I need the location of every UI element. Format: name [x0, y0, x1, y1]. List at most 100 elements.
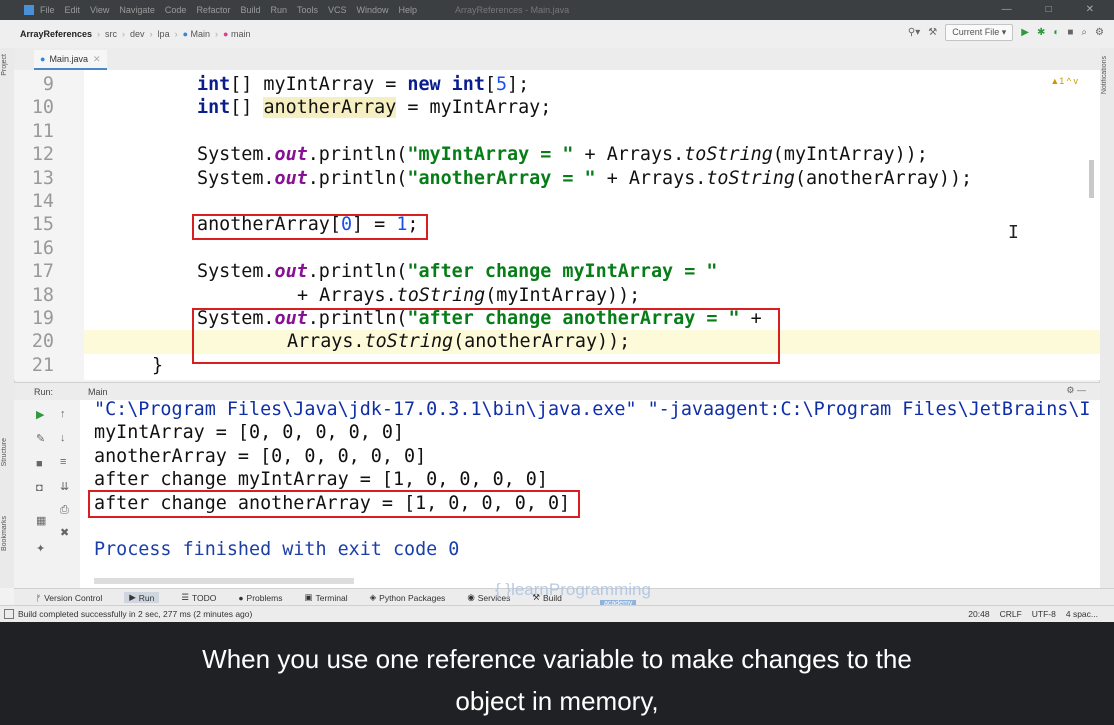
breadcrumb-dev[interactable]: dev: [130, 29, 145, 39]
stop-icon[interactable]: ■: [1067, 27, 1073, 38]
run-small-icon: ▶: [129, 592, 136, 602]
stop-run-icon[interactable]: ■: [36, 458, 43, 470]
minimize-icon[interactable]: —: [1002, 4, 1012, 15]
status-checkbox-icon[interactable]: [4, 609, 14, 619]
ide-window: File Edit View Navigate Code Refactor Bu…: [0, 0, 1114, 622]
tab-problems[interactable]: ● Problems: [238, 593, 282, 603]
breadcrumb-project[interactable]: ArrayReferences: [20, 29, 92, 39]
layout-icon[interactable]: ▦: [36, 514, 46, 527]
breadcrumb: ArrayReferences › src › dev › lpa › ● Ma…: [20, 29, 251, 39]
menu-edit[interactable]: Edit: [65, 5, 81, 15]
file-encoding[interactable]: UTF-8: [1032, 609, 1056, 619]
notifications-tool-label[interactable]: Notifications: [1101, 56, 1108, 94]
editor-tabs: ● Main.java ✕: [14, 48, 1100, 71]
line-number: 9: [42, 74, 54, 95]
menu-tools[interactable]: Tools: [297, 5, 318, 15]
menu-help[interactable]: Help: [399, 5, 418, 15]
warning-indicator[interactable]: ▲1 ^ v: [1050, 76, 1078, 86]
scroll-to-end-icon[interactable]: ⇊: [60, 480, 69, 493]
menu-vcs[interactable]: VCS: [328, 5, 347, 15]
tab-python-packages[interactable]: ◈ Python Packages: [370, 592, 446, 603]
run-panel-header: Run: Main ⚙ —: [14, 382, 1100, 401]
tab-run[interactable]: ▶ Run: [124, 592, 160, 603]
breadcrumb-main-method[interactable]: main: [231, 29, 251, 39]
menu-window[interactable]: Window: [357, 5, 389, 15]
pin-icon[interactable]: ✦: [36, 542, 45, 555]
highlight-box-print-another: [192, 308, 780, 364]
structure-tool-label[interactable]: Structure: [1, 438, 8, 466]
rerun-icon[interactable]: ▶: [36, 408, 44, 421]
caption-line-1: When you use one reference variable to m…: [202, 644, 912, 674]
services-icon: ◉: [467, 592, 475, 602]
search-icon[interactable]: ⌕: [1081, 27, 1087, 38]
scroll-up-icon[interactable]: ↑: [60, 408, 66, 420]
console-horizontal-scrollbar[interactable]: [94, 578, 354, 584]
console-output[interactable]: "C:\Program Files\Java\jdk-17.0.3.1\bin\…: [80, 400, 1100, 588]
line-ending[interactable]: CRLF: [1000, 609, 1022, 619]
line-number: 14: [31, 191, 54, 212]
run-tab-main[interactable]: Main: [88, 387, 108, 397]
camera-icon[interactable]: ◘: [36, 482, 43, 494]
print-icon[interactable]: ⎙: [60, 504, 69, 517]
breadcrumb-src[interactable]: src: [105, 29, 117, 39]
class-icon: ●: [182, 29, 189, 39]
user-icon[interactable]: ⚲▾: [908, 27, 920, 38]
highlight-box-output: [88, 490, 580, 518]
menu-run[interactable]: Run: [270, 5, 287, 15]
breadcrumb-main-class[interactable]: Main: [191, 29, 211, 39]
indent-setting[interactable]: 4 spac...: [1066, 609, 1098, 619]
breadcrumb-lpa[interactable]: lpa: [158, 29, 170, 39]
packages-icon: ◈: [369, 592, 377, 602]
editor-scrollbar[interactable]: [1089, 160, 1094, 198]
soft-wrap-icon[interactable]: ≡: [60, 456, 66, 468]
intellij-logo-icon: [24, 5, 34, 15]
method-icon: ●: [223, 29, 229, 39]
line-number: 12: [31, 144, 54, 166]
menu-code[interactable]: Code: [165, 5, 187, 15]
mouse-text-cursor-icon: I: [1008, 222, 1019, 243]
menu-refactor[interactable]: Refactor: [196, 5, 230, 15]
hammer-icon[interactable]: ⚒: [928, 27, 937, 38]
maximize-icon[interactable]: □: [1046, 4, 1052, 15]
coverage-icon[interactable]: ◐: [1053, 27, 1059, 38]
menu-build[interactable]: Build: [240, 5, 260, 15]
navigation-bar: ArrayReferences › src › dev › lpa › ● Ma…: [0, 20, 1114, 49]
learnprogramming-watermark: { }learnProgramming: [495, 580, 651, 599]
line-number: 10: [31, 97, 54, 119]
tab-todo[interactable]: ☰ TODO: [181, 592, 216, 603]
scroll-down-icon[interactable]: ↓: [60, 432, 66, 444]
menu-navigate[interactable]: Navigate: [119, 5, 155, 15]
line-number: 20: [31, 331, 54, 353]
line-number: 18: [31, 284, 54, 306]
video-caption: When you use one reference variable to m…: [0, 622, 1114, 725]
run-settings-gear-icon[interactable]: ⚙ —: [1066, 385, 1086, 396]
code-line-17: System.out.println("after change myIntAr…: [197, 261, 718, 283]
run-config-select[interactable]: Current File ▾: [945, 24, 1014, 41]
debug-icon[interactable]: ✱: [1037, 27, 1045, 38]
line-number: 19: [31, 308, 54, 329]
tab-main-java[interactable]: ● Main.java ✕: [34, 50, 107, 71]
close-tab-icon[interactable]: ✕: [93, 54, 101, 65]
code-editor[interactable]: 9 10 11 12 13 14 15 16 17 18 19 20 21 in…: [14, 70, 1100, 380]
menu-file[interactable]: File: [40, 5, 55, 15]
wrench-icon[interactable]: ✎: [36, 432, 45, 445]
code-line-12: System.out.println("myIntArray = " + Arr…: [197, 144, 928, 166]
tab-terminal[interactable]: ▣ Terminal: [304, 592, 347, 603]
project-tool-label[interactable]: Project: [1, 54, 8, 76]
settings-gear-icon[interactable]: ⚙: [1095, 27, 1104, 38]
console-command-line: "C:\Program Files\Java\jdk-17.0.3.1\bin\…: [94, 400, 1091, 420]
close-window-icon[interactable]: ✕: [1086, 4, 1094, 15]
right-tool-strip: Notifications: [1099, 48, 1114, 588]
cursor-position[interactable]: 20:48: [968, 609, 989, 619]
line-number: 21: [31, 354, 54, 376]
code-line-10: int[] anotherArray = myIntArray;: [197, 97, 552, 119]
bookmarks-tool-label[interactable]: Bookmarks: [1, 516, 8, 551]
trash-icon[interactable]: ✖: [60, 526, 69, 539]
tab-version-control[interactable]: ᚠ Version Control: [36, 593, 102, 603]
code-line-13: System.out.println("anotherArray = " + A…: [197, 167, 973, 189]
window-title: ArrayReferences - Main.java: [455, 5, 570, 15]
menu-view[interactable]: View: [90, 5, 109, 15]
console-exit-line: Process finished with exit code 0: [94, 539, 460, 561]
status-message: Build completed successfully in 2 sec, 2…: [18, 609, 253, 619]
run-icon[interactable]: ▶: [1021, 27, 1029, 38]
